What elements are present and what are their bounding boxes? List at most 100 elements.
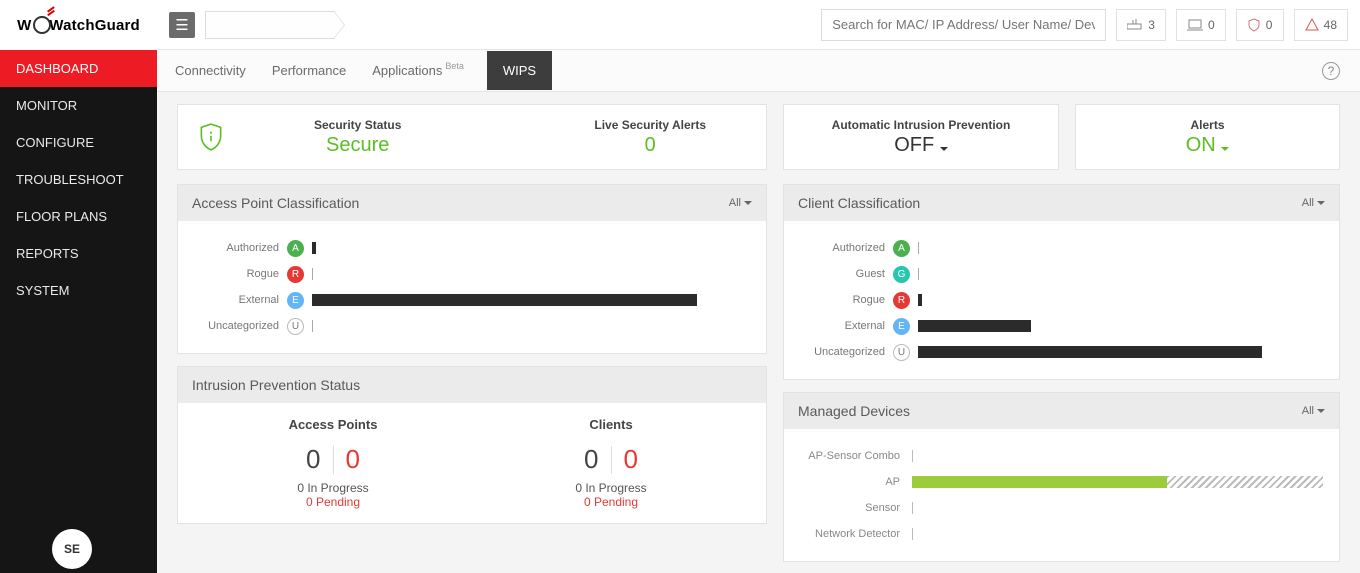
client-classification-card: Client Classification All AuthorizedAGue…: [783, 184, 1340, 380]
managed-row-ap[interactable]: AP: [800, 469, 1323, 495]
nav-item-monitor[interactable]: MONITOR: [0, 87, 157, 124]
stat-alerts[interactable]: 48: [1294, 9, 1348, 41]
class-bar-track: [312, 242, 750, 254]
content: Security Status Secure Live Security Ale…: [157, 92, 1360, 573]
class-bar-track: [312, 320, 750, 332]
nav-item-dashboard[interactable]: DASHBOARD: [0, 50, 157, 87]
ips-count-secondary: 0: [346, 444, 360, 475]
live-alerts-value: 0: [645, 134, 656, 157]
ips-col-access-points: Access Points000 In Progress0 Pending: [194, 417, 472, 509]
managed-title: Managed Devices: [798, 403, 910, 419]
tab-connectivity[interactable]: Connectivity: [175, 51, 246, 90]
class-label: Rogue: [194, 268, 279, 280]
class-row-rogue[interactable]: RogueR: [800, 287, 1323, 313]
ap-class-filter[interactable]: All: [729, 197, 752, 209]
class-label: Rogue: [800, 294, 885, 306]
ips-in-progress: 0 In Progress: [194, 481, 472, 495]
nav-item-floor-plans[interactable]: FLOOR PLANS: [0, 198, 157, 235]
class-badge-icon: U: [287, 318, 304, 335]
ips-pending: 0 Pending: [472, 495, 750, 509]
class-badge-icon: R: [287, 266, 304, 283]
class-bar-track: [918, 242, 1323, 254]
class-badge-icon: E: [893, 318, 910, 335]
help-icon[interactable]: ?: [1322, 62, 1340, 80]
class-bar-track: [312, 294, 750, 306]
summary-row: Security Status Secure Live Security Ale…: [177, 104, 1340, 170]
user-badge[interactable]: SE: [52, 529, 92, 569]
ips-col-clients: Clients000 In Progress0 Pending: [472, 417, 750, 509]
stat-aps[interactable]: 3: [1116, 9, 1166, 41]
nav-item-configure[interactable]: CONFIGURE: [0, 124, 157, 161]
ap-icon: [1127, 19, 1143, 31]
ips-col-title: Clients: [472, 417, 750, 432]
class-badge-icon: A: [893, 240, 910, 257]
aip-value: OFF: [832, 134, 1011, 157]
topbar: ☰ 3 0 0 48: [157, 0, 1360, 50]
aip-label: Automatic Intrusion Prevention: [832, 118, 1011, 132]
class-label: Uncategorized: [194, 320, 279, 332]
alert-triangle-icon: [1305, 18, 1319, 31]
class-row-uncategorized[interactable]: UncategorizedU: [800, 339, 1323, 365]
nav-item-system[interactable]: SYSTEM: [0, 272, 157, 309]
class-row-authorized[interactable]: AuthorizedA: [800, 235, 1323, 261]
managed-bar-track: [912, 450, 1323, 462]
menu-button[interactable]: ☰: [169, 12, 195, 38]
managed-row-ap-sensor-combo[interactable]: AP-Sensor Combo: [800, 443, 1323, 469]
ips-card: Intrusion Prevention Status Access Point…: [177, 366, 767, 524]
class-label: External: [194, 294, 279, 306]
class-row-guest[interactable]: Guest G: [800, 261, 1323, 287]
live-alerts-label: Live Security Alerts: [594, 118, 706, 132]
brand-logo: WWatchGuard: [0, 0, 157, 50]
breadcrumb[interactable]: [205, 11, 335, 39]
aip-card[interactable]: Automatic Intrusion Prevention OFF: [783, 104, 1059, 170]
class-bar-track: [918, 294, 1323, 306]
nav-item-reports[interactable]: REPORTS: [0, 235, 157, 272]
client-class-filter[interactable]: All: [1302, 197, 1325, 209]
laptop-icon: [1187, 19, 1203, 31]
alerts-value: ON: [1186, 134, 1230, 157]
managed-bar-track: [912, 528, 1323, 540]
security-status-label: Security Status: [314, 118, 401, 132]
managed-row-sensor[interactable]: Sensor: [800, 495, 1323, 521]
tab-applications[interactable]: ApplicationsBeta: [372, 51, 461, 90]
class-bar-track: [918, 268, 1323, 280]
class-row-external[interactable]: External E: [800, 313, 1323, 339]
shield-small-icon: [1247, 18, 1261, 32]
class-bar-track: [918, 346, 1323, 358]
class-bar-track: [918, 320, 1323, 332]
ips-col-title: Access Points: [194, 417, 472, 432]
class-label: Guest: [800, 268, 885, 280]
managed-label: AP-Sensor Combo: [800, 450, 900, 462]
class-row-external[interactable]: External E: [194, 287, 750, 313]
brand-text: WWatchGuard: [17, 16, 140, 34]
tab-wips[interactable]: WIPS: [487, 51, 552, 90]
stat-clients[interactable]: 0: [1176, 9, 1226, 41]
managed-devices-card: Managed Devices All AP-Sensor Combo AP Sen…: [783, 392, 1340, 562]
ap-class-title: Access Point Classification: [192, 195, 359, 211]
class-badge-icon: U: [893, 344, 910, 361]
stat-shield[interactable]: 0: [1236, 9, 1284, 41]
nav-item-troubleshoot[interactable]: TROUBLESHOOT: [0, 161, 157, 198]
stat-clients-value: 0: [1208, 18, 1215, 32]
alerts-card[interactable]: Alerts ON: [1075, 104, 1340, 170]
stat-alerts-value: 48: [1324, 18, 1337, 32]
class-badge-icon: G: [893, 266, 910, 283]
shield-icon: [198, 122, 224, 152]
class-badge-icon: E: [287, 292, 304, 309]
managed-bar-track: [912, 502, 1323, 514]
managed-label: Sensor: [800, 502, 900, 514]
managed-row-network-detector[interactable]: Network Detector: [800, 521, 1323, 547]
managed-label: Network Detector: [800, 528, 900, 540]
sidebar: WWatchGuard DASHBOARDMONITORCONFIGURETRO…: [0, 0, 157, 573]
managed-filter[interactable]: All: [1302, 405, 1325, 417]
ips-count-primary: 0: [306, 444, 320, 475]
class-label: External: [800, 320, 885, 332]
search-input[interactable]: [821, 9, 1106, 41]
class-row-uncategorized[interactable]: Uncategorized U: [194, 313, 750, 339]
security-status-value: Secure: [326, 134, 389, 157]
class-row-rogue[interactable]: Rogue R: [194, 261, 750, 287]
security-status-card: Security Status Secure Live Security Ale…: [177, 104, 767, 170]
tab-performance[interactable]: Performance: [272, 51, 346, 90]
tab-bar: Connectivity Performance ApplicationsBeta W…: [157, 50, 1360, 92]
class-row-authorized[interactable]: AuthorizedA: [194, 235, 750, 261]
